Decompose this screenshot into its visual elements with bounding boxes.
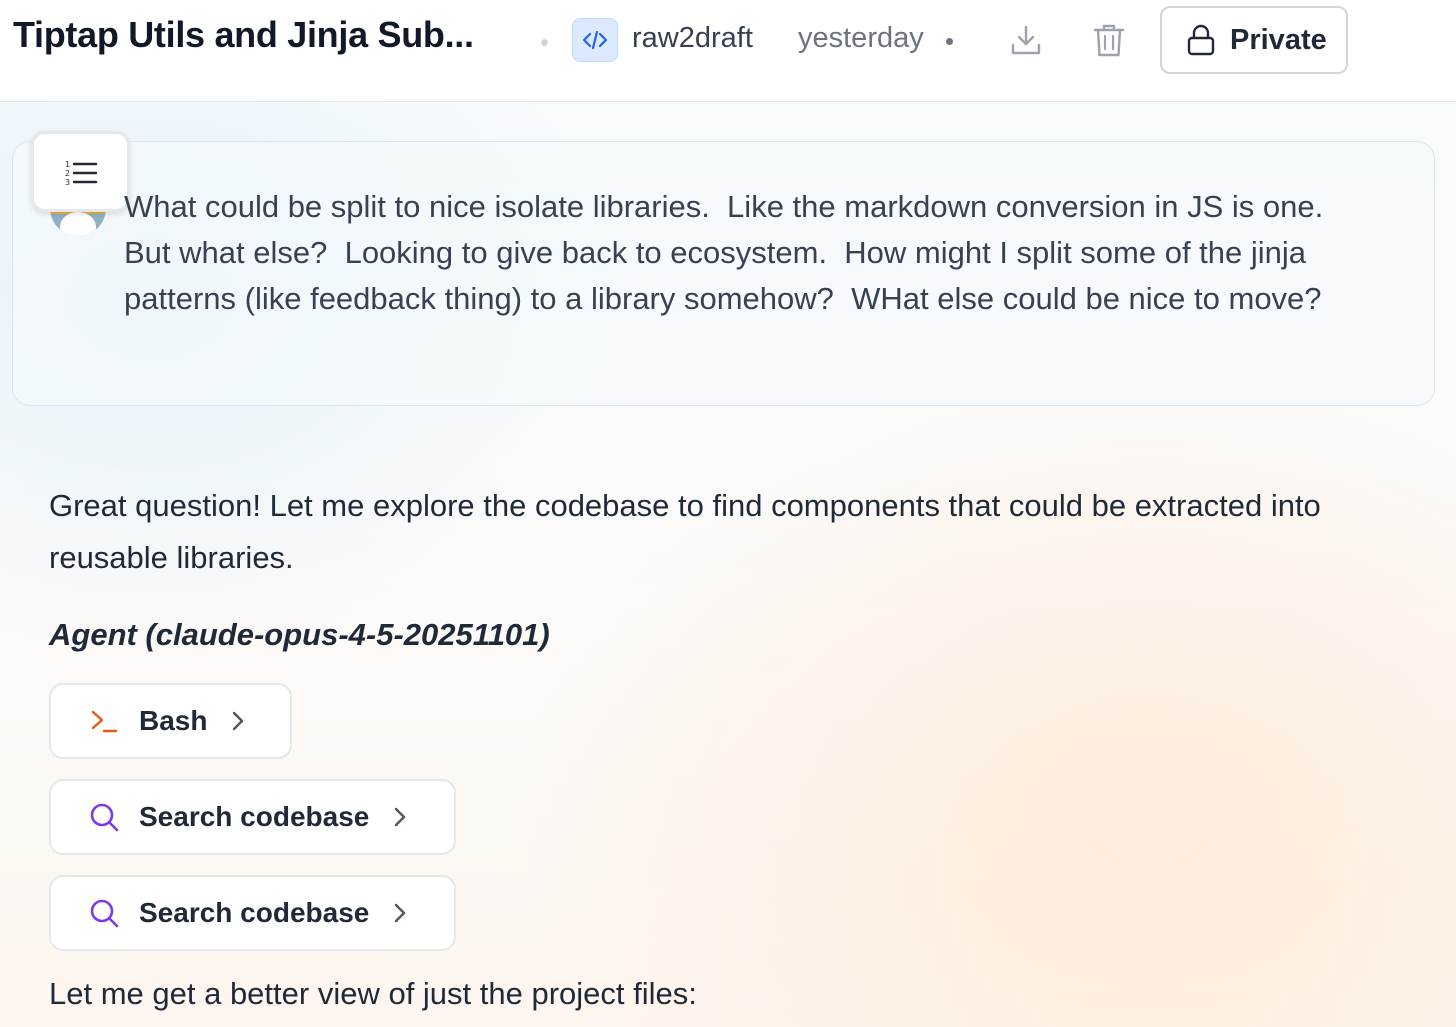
agent-heading: Agent (claude-opus-4-5-20251101)	[49, 617, 550, 652]
tool-call-label: Search codebase	[139, 801, 370, 832]
tool-call-label: Search codebase	[139, 897, 370, 928]
assistant-intro-text: Great question! Let me explore the codeb…	[49, 488, 1321, 575]
tool-call-search-codebase[interactable]: Search codebase	[49, 779, 456, 855]
assistant-followup-text: Let me get a better view of just the pro…	[49, 976, 697, 1011]
conversation-title[interactable]: Tiptap Utils and Jinja Sub...	[13, 14, 474, 56]
trash-icon	[1093, 24, 1125, 57]
tool-call-bash[interactable]: Bash	[49, 683, 292, 759]
terminal-icon	[89, 706, 119, 736]
svg-text:2: 2	[65, 169, 70, 178]
table-of-contents-button[interactable]: 1 2 3	[31, 131, 130, 212]
user-message-text: What could be split to nice isolate libr…	[124, 189, 1341, 316]
conversation-header: Tiptap Utils and Jinja Sub... raw2draft …	[0, 0, 1456, 102]
chevron-right-icon	[231, 710, 245, 732]
svg-text:1: 1	[65, 160, 70, 169]
svg-text:3: 3	[65, 178, 70, 187]
avatar-face	[60, 212, 96, 236]
chevron-right-icon	[393, 806, 407, 828]
separator-dot	[541, 39, 548, 46]
tool-call-label: Bash	[139, 705, 208, 736]
chevron-right-icon	[393, 902, 407, 924]
delete-button[interactable]	[1089, 18, 1129, 62]
project-name[interactable]: raw2draft	[632, 22, 753, 55]
list-icon: 1 2 3	[65, 160, 97, 187]
timestamp: yesterday	[798, 22, 924, 54]
lock-icon	[1187, 24, 1215, 56]
visibility-toggle-button[interactable]: Private	[1160, 6, 1348, 74]
tool-call-search-codebase[interactable]: Search codebase	[49, 875, 456, 951]
search-icon	[89, 898, 119, 928]
separator-dot	[946, 38, 953, 45]
search-icon	[89, 802, 119, 832]
download-button[interactable]	[1006, 18, 1046, 62]
visibility-label: Private	[1230, 23, 1327, 56]
code-icon	[572, 18, 618, 62]
download-icon	[1011, 25, 1041, 55]
